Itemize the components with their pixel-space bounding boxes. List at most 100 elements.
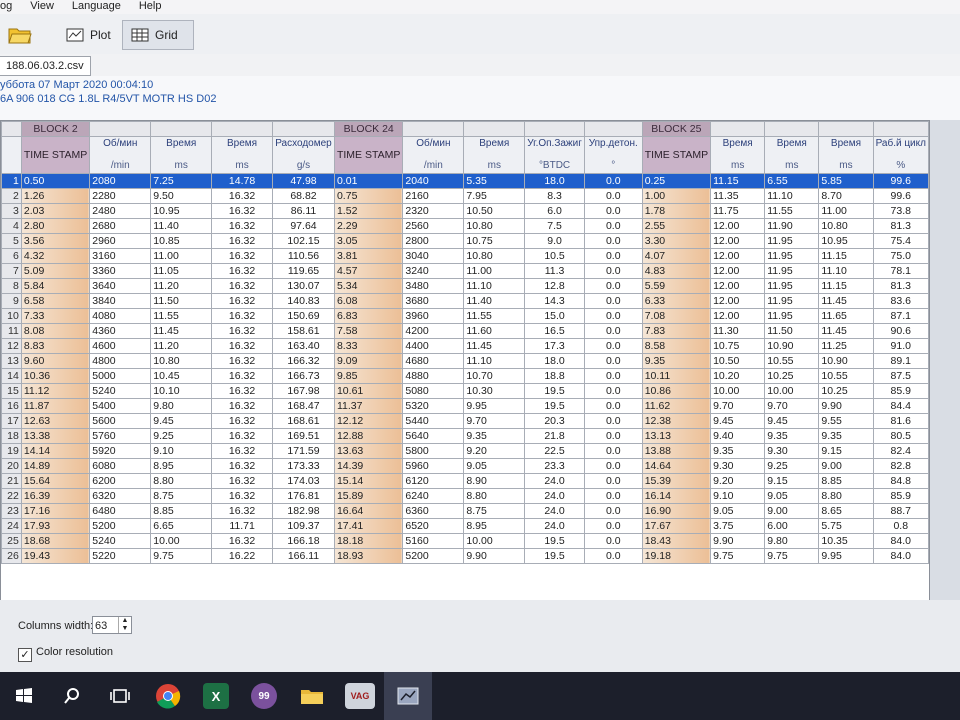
table-row[interactable]: 22 16.39 6320 8.75 16.32 176.81 15.89 6240 8.80 2… — [1, 488, 929, 504]
grid-cell[interactable]: 16.32 — [211, 323, 273, 339]
grid-cell[interactable]: 9.50 — [150, 188, 213, 204]
grid-cell[interactable]: 16.22 — [211, 548, 273, 564]
grid-cell[interactable]: 4.32 — [20, 248, 91, 264]
table-row[interactable]: 2 1.26 2280 9.50 16.32 68.82 0.75 2160 7.95 8.3 0.… — [1, 188, 929, 204]
grid-cell[interactable]: 10.85 — [150, 233, 213, 249]
grid-cell[interactable]: 5400 — [89, 398, 152, 414]
grid-cell[interactable]: 9.90 — [463, 548, 526, 564]
table-row[interactable]: 11 8.08 4360 11.45 16.32 158.61 7.58 4200 11.60 1… — [1, 323, 929, 339]
column-header[interactable]: Упр.детон. ° — [583, 136, 643, 174]
table-row[interactable]: 15 11.12 5240 10.10 16.32 167.98 10.61 5080 10.3… — [1, 383, 929, 399]
grid-cell[interactable]: 2280 — [89, 188, 152, 204]
grid-cell[interactable]: 158.61 — [272, 323, 335, 339]
grid-cell[interactable]: 2160 — [402, 188, 465, 204]
grid-cell[interactable]: 19.5 — [524, 383, 585, 399]
grid-cell[interactable]: 0.0 — [583, 323, 643, 339]
grid-cell[interactable]: 11.95 — [764, 233, 820, 249]
grid-cell[interactable]: 81.3 — [872, 278, 929, 294]
grid-cell[interactable]: 0.0 — [583, 338, 643, 354]
column-header[interactable]: Время ms — [463, 136, 526, 174]
menu-view[interactable]: View — [30, 0, 54, 14]
column-header[interactable]: Время ms — [150, 136, 213, 174]
grid-cell[interactable]: 9.75 — [150, 548, 213, 564]
grid-cell[interactable]: 163.40 — [272, 338, 335, 354]
grid-cell[interactable]: 9.10 — [710, 488, 766, 504]
grid-cell[interactable]: 4880 — [402, 368, 465, 384]
grid-cell[interactable]: 10.25 — [764, 368, 820, 384]
grid-cell[interactable]: 7.33 — [20, 308, 91, 324]
grid-cell[interactable]: 2080 — [89, 173, 152, 189]
grid-cell[interactable]: 4080 — [89, 308, 152, 324]
grid-cell[interactable]: 13.88 — [641, 443, 712, 459]
grid-cell[interactable]: 0.0 — [583, 518, 643, 534]
grid-cell[interactable]: 16.64 — [333, 503, 404, 519]
grid-cell[interactable]: 85.9 — [872, 383, 929, 399]
grid-cell[interactable]: 11.05 — [150, 263, 213, 279]
grid-cell[interactable]: 10.11 — [641, 368, 712, 384]
grid-cell[interactable]: 4.07 — [641, 248, 712, 264]
grid-cell[interactable]: 80.5 — [872, 428, 929, 444]
column-header[interactable]: Расходомер g/s — [272, 136, 335, 174]
table-row[interactable]: 8 5.84 3640 11.20 16.32 130.07 5.34 3480 11.10 12… — [1, 278, 929, 294]
grid-cell[interactable]: 4.83 — [641, 263, 712, 279]
grid-cell[interactable]: 0.0 — [583, 458, 643, 474]
grid-cell[interactable]: 0.0 — [583, 503, 643, 519]
grid-cell[interactable]: 11.45 — [463, 338, 526, 354]
grid-cell[interactable]: 176.81 — [272, 488, 335, 504]
grid-cell[interactable]: 16.32 — [211, 443, 273, 459]
grid-cell[interactable]: 10.55 — [764, 353, 820, 369]
grid-cell[interactable]: 9.80 — [150, 398, 213, 414]
grid-cell[interactable]: 18.68 — [20, 533, 91, 549]
grid-cell[interactable]: 11.50 — [150, 293, 213, 309]
grid-cell[interactable]: 6080 — [89, 458, 152, 474]
grid-cell[interactable]: 24.0 — [524, 503, 585, 519]
grid-cell[interactable]: 14.3 — [524, 293, 585, 309]
grid-cell[interactable]: 0.0 — [583, 398, 643, 414]
grid-cell[interactable]: 19.5 — [524, 548, 585, 564]
grid-cell[interactable]: 6.83 — [333, 308, 404, 324]
grid-cell[interactable]: 173.33 — [272, 458, 335, 474]
grid-cell[interactable]: 5200 — [89, 518, 152, 534]
grid-cell[interactable]: 90.6 — [872, 323, 929, 339]
grid-cell[interactable]: 11.00 — [818, 203, 874, 219]
grid-cell[interactable]: 12.12 — [333, 413, 404, 429]
grid-cell[interactable]: 87.1 — [872, 308, 929, 324]
grid-cell[interactable]: 9.95 — [463, 398, 526, 414]
table-row[interactable]: 5 3.56 2960 10.85 16.32 102.15 3.05 2800 10.75 9.… — [1, 233, 929, 249]
table-row[interactable]: 4 2.80 2680 11.40 16.32 97.64 2.29 2560 10.80 7.5… — [1, 218, 929, 234]
grid-cell[interactable]: 9.75 — [764, 548, 820, 564]
grid-cell[interactable]: 5440 — [402, 413, 465, 429]
grid-cell[interactable]: 86.11 — [272, 203, 335, 219]
grid-cell[interactable]: 5.34 — [333, 278, 404, 294]
grid-cell[interactable]: 9.40 — [710, 428, 766, 444]
grid-cell[interactable]: 12.00 — [710, 248, 766, 264]
grid-cell[interactable]: 16.32 — [211, 368, 273, 384]
grid-cell[interactable]: 16.39 — [20, 488, 91, 504]
grid-cell[interactable]: 19.18 — [641, 548, 712, 564]
grid-cell[interactable]: 6.55 — [764, 173, 820, 189]
grid-cell[interactable]: 9.25 — [150, 428, 213, 444]
data-grid[interactable]: BLOCK 2 BLOCK 24 BLOCK 25 TIME STAMP Об/мин… — [0, 120, 930, 602]
grid-cell[interactable]: 18.0 — [524, 353, 585, 369]
grid-cell[interactable]: 1.26 — [20, 188, 91, 204]
grid-cell[interactable]: 99.6 — [872, 173, 929, 189]
grid-cell[interactable]: 10.90 — [764, 338, 820, 354]
grid-cell[interactable]: 3.56 — [20, 233, 91, 249]
grid-cell[interactable]: 12.00 — [710, 263, 766, 279]
grid-cell[interactable]: 16.32 — [211, 233, 273, 249]
grid-cell[interactable]: 16.32 — [211, 398, 273, 414]
grid-cell[interactable]: 4680 — [402, 353, 465, 369]
grid-cell[interactable]: 20.3 — [524, 413, 585, 429]
grid-cell[interactable]: 10.75 — [710, 338, 766, 354]
grid-cell[interactable]: 2.80 — [20, 218, 91, 234]
columns-width-input[interactable]: 63 ▲ ▼ — [92, 616, 132, 634]
grid-cell[interactable]: 12.38 — [641, 413, 712, 429]
grid-cell[interactable]: 16.32 — [211, 458, 273, 474]
grid-cell[interactable]: 10.00 — [710, 383, 766, 399]
grid-cell[interactable]: 11.15 — [710, 173, 766, 189]
table-row[interactable]: 23 17.16 6480 8.85 16.32 182.98 16.64 6360 8.75 2… — [1, 503, 929, 519]
grid-cell[interactable]: 8.08 — [20, 323, 91, 339]
grid-cell[interactable]: 8.95 — [150, 458, 213, 474]
grid-cell[interactable]: 11.55 — [764, 203, 820, 219]
grid-cell[interactable]: 12.8 — [524, 278, 585, 294]
